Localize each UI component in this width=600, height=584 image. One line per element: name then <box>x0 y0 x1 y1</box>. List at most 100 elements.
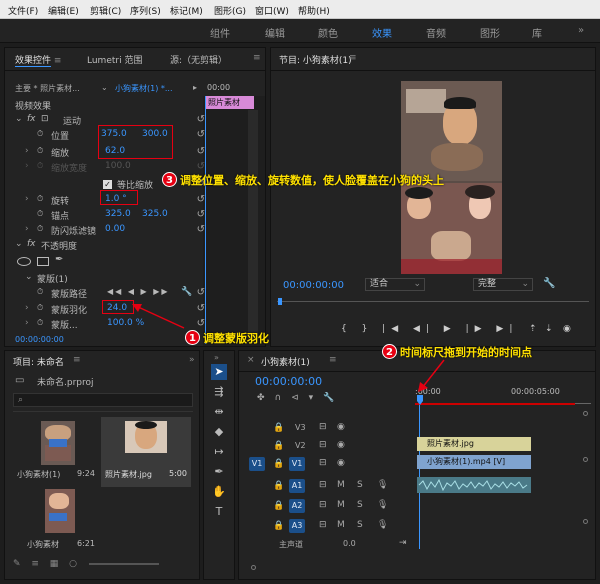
ec-timecode[interactable]: 00:00:00:00 <box>15 335 64 344</box>
lift-icon[interactable]: ⇡ <box>529 324 537 334</box>
project-title[interactable]: 项目: 未命名 <box>13 355 64 368</box>
go-to-end-icon[interactable]: ⇥ <box>399 538 407 548</box>
panel-menu-icon[interactable]: ≡ <box>253 53 261 63</box>
panel-menu-icon[interactable]: ≡ <box>349 53 357 63</box>
clip-audio[interactable] <box>417 477 531 493</box>
timeline-tools[interactable]: ✤∩⊲▾🔧 <box>257 393 344 403</box>
track-target-a3[interactable]: A3 <box>289 519 305 533</box>
wrench-icon[interactable]: 🔧 <box>181 287 192 297</box>
dropdown-arrow-icon[interactable]: ⌄ <box>101 83 108 92</box>
eye-icon[interactable]: ◉ <box>337 422 345 432</box>
reset-position-icon[interactable]: ↺ <box>197 129 205 140</box>
tab-source[interactable]: 源:（无剪辑） <box>170 53 227 66</box>
stopwatch-icon[interactable]: ⏱ <box>37 194 43 204</box>
sync-lock-icon[interactable]: ⊟ <box>319 458 327 468</box>
lock-icon[interactable]: 🔒 <box>273 501 284 511</box>
sync-lock-icon[interactable]: ⊟ <box>319 440 327 450</box>
pen-tool-icon[interactable]: ✒ <box>55 254 63 265</box>
timeline-title[interactable]: 小狗素材(1) <box>261 355 310 368</box>
fx-icon[interactable]: fx <box>27 239 36 249</box>
rectangle-mask-icon[interactable] <box>37 257 49 266</box>
sync-lock-icon[interactable]: ⊟ <box>319 422 327 432</box>
expand-arrow-icon[interactable]: ⌄ <box>15 239 23 249</box>
stopwatch-icon[interactable]: ⏱ <box>37 146 43 156</box>
solo-button[interactable]: S <box>357 500 363 510</box>
lock-icon[interactable]: 🔒 <box>273 459 284 469</box>
project-item[interactable]: 小狗素材 6:21 <box>15 487 99 557</box>
sync-lock-icon[interactable]: ⊟ <box>319 500 327 510</box>
hand-tool-icon[interactable]: ✋ <box>211 484 227 500</box>
lock-icon[interactable]: 🔒 <box>273 423 284 433</box>
eye-icon[interactable]: ◉ <box>337 440 345 450</box>
panel-menu-icon[interactable]: ≡ <box>73 355 81 365</box>
fit-dropdown[interactable]: 适合 ⌄ <box>365 278 425 291</box>
menu-sequence[interactable]: 序列(S) <box>130 4 161 17</box>
workspace-assembly[interactable]: 组件 <box>210 25 230 40</box>
transport-controls[interactable]: { } |◀ ◀| ▶ |▶ ▶| <box>341 324 518 334</box>
expand-arrow-icon[interactable]: › <box>25 146 29 156</box>
tab-lumetri-scopes[interactable]: Lumetri 范围 <box>87 53 142 66</box>
project-search-input[interactable]: ⌕ <box>13 393 193 407</box>
reset-rotation-icon[interactable]: ↺ <box>197 194 205 205</box>
mask-track-controls[interactable]: ◀◀ ◀ ▶ ▶▶ <box>107 287 170 296</box>
extract-icon[interactable]: ⇣ <box>545 324 553 334</box>
selection-tool-icon[interactable]: ➤ <box>211 364 227 380</box>
stopwatch-icon[interactable]: ⏱ <box>37 129 43 139</box>
workspace-effects[interactable]: 效果 <box>372 25 392 40</box>
master-volume[interactable]: 0.0 <box>343 539 356 548</box>
reset-motion-icon[interactable]: ↺ <box>197 114 205 125</box>
track-target-a2[interactable]: A2 <box>289 499 305 513</box>
ec-clip-bar[interactable]: 照片素材 <box>206 96 254 109</box>
workspace-graphics[interactable]: 图形 <box>480 25 500 40</box>
menu-graphics[interactable]: 图形(G) <box>214 4 246 17</box>
reset-anchor-icon[interactable]: ↺ <box>197 209 205 220</box>
ellipse-mask-icon[interactable] <box>17 257 31 266</box>
project-view-controls[interactable]: ✎ ≡ ▦ ○ <box>13 559 81 569</box>
quality-dropdown[interactable]: 完整 ⌄ <box>473 278 533 291</box>
motion-transform-icon[interactable]: ⊡ <box>41 114 49 124</box>
anchor-x-value[interactable]: 325.0 <box>105 209 131 219</box>
stopwatch-icon[interactable]: ⏱ <box>37 224 43 234</box>
wrench-icon[interactable]: 🔧 <box>543 278 555 289</box>
more-panels-icon[interactable]: » <box>189 355 195 365</box>
close-icon[interactable]: × <box>247 355 255 365</box>
panel-menu-icon[interactable]: ≡ <box>329 355 337 365</box>
clip-video[interactable]: 小狗素材(1).mp4 [V] <box>417 455 531 469</box>
tab-effect-controls[interactable]: 效果控件 ≡ <box>15 53 61 67</box>
workspace-libraries[interactable]: 库 <box>532 25 542 40</box>
uniform-scale-checkbox[interactable]: ✓ <box>103 180 112 189</box>
microphone-icon[interactable]: 🎙 <box>377 520 388 530</box>
solo-button[interactable]: S <box>357 520 363 530</box>
project-item-selected[interactable]: 照片素材.jpg 5:00 <box>101 417 191 487</box>
type-tool-icon[interactable]: T <box>211 504 227 520</box>
reset-scale-icon[interactable]: ↺ <box>197 146 205 157</box>
work-area-bar[interactable] <box>415 403 575 405</box>
program-scrubber[interactable] <box>277 298 589 305</box>
lock-icon[interactable]: 🔒 <box>273 521 284 531</box>
microphone-icon[interactable]: 🎙 <box>377 500 388 510</box>
microphone-icon[interactable]: 🎙 <box>377 480 388 490</box>
reset-mask-path-icon[interactable]: ↺ <box>197 287 205 298</box>
mute-button[interactable]: M <box>337 500 345 510</box>
menu-marker[interactable]: 标记(M) <box>170 4 203 17</box>
stopwatch-icon[interactable]: ⏱ <box>37 287 43 297</box>
solo-button[interactable]: S <box>357 480 363 490</box>
timeline-timecode[interactable]: 00:00:00:00 <box>255 375 322 388</box>
stopwatch-icon[interactable]: ⏱ <box>37 209 43 219</box>
thumbnail-size-slider[interactable] <box>89 563 159 565</box>
timeline-vscroll[interactable] <box>581 411 591 561</box>
menu-edit[interactable]: 编辑(E) <box>48 4 79 17</box>
track-target-v1[interactable]: V1 <box>289 457 305 471</box>
mute-button[interactable]: M <box>337 480 345 490</box>
menu-file[interactable]: 文件(F) <box>8 4 38 17</box>
track-target-a1[interactable]: A1 <box>289 479 305 493</box>
workspace-color[interactable]: 颜色 <box>318 25 338 40</box>
program-monitor-title[interactable]: 节目: 小狗素材(1) <box>279 53 352 66</box>
pen-tool-icon[interactable]: ✒ <box>211 464 227 480</box>
timeline-hscroll[interactable] <box>251 565 581 571</box>
fx-icon[interactable]: fx <box>27 114 36 124</box>
sync-lock-icon[interactable]: ⊟ <box>319 480 327 490</box>
eye-icon[interactable]: ◉ <box>337 458 345 468</box>
project-item[interactable]: 小狗素材(1) 9:24 <box>15 417 99 487</box>
workspace-audio[interactable]: 音频 <box>426 25 446 40</box>
